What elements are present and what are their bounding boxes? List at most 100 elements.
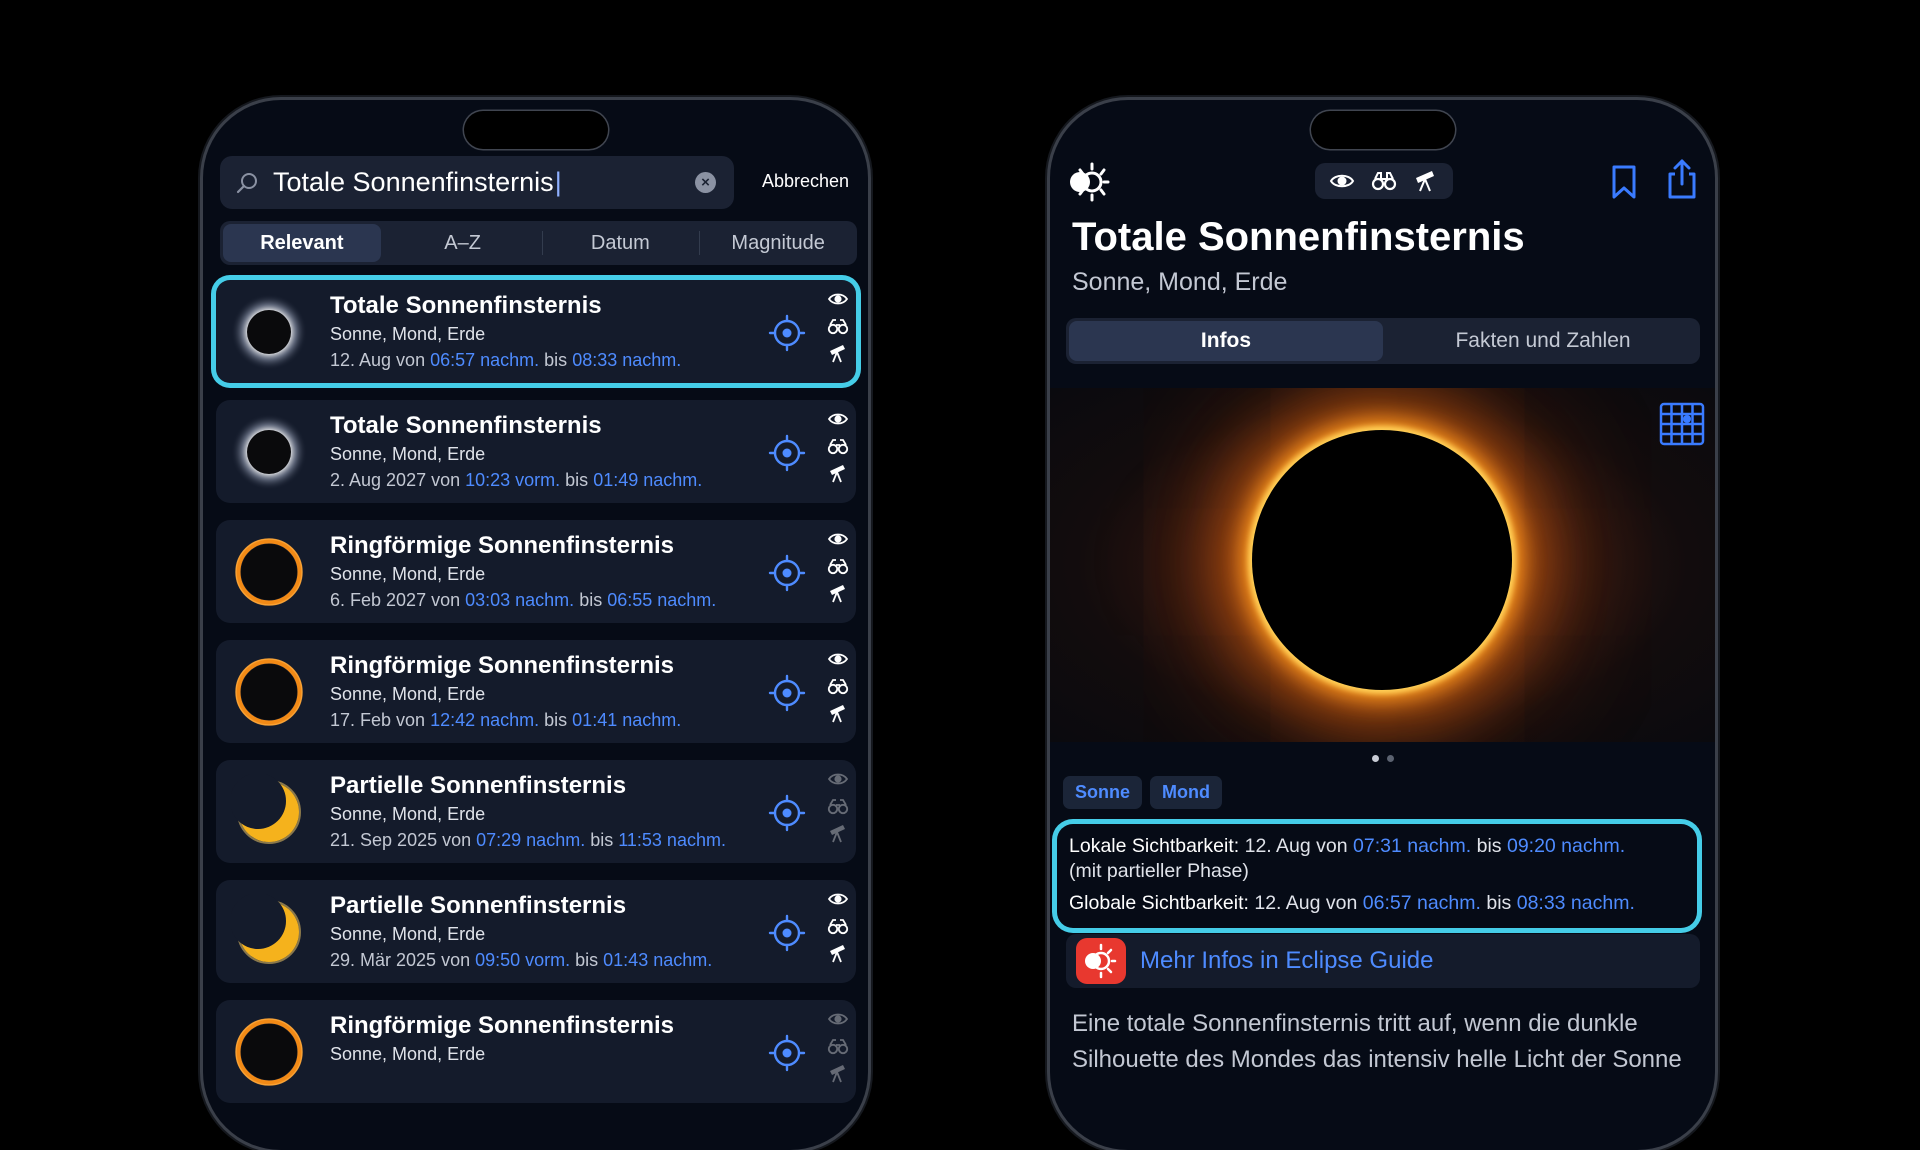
result-row[interactable]: Partielle Sonnenfinsternis Sonne, Mond, E…	[216, 760, 856, 863]
eclipse-guide-app-icon	[1076, 938, 1126, 984]
result-title: Totale Sonnenfinsternis	[330, 412, 602, 439]
result-start-time: 03:03 nachm.	[465, 590, 575, 610]
telescope-icon	[830, 705, 845, 723]
telescope-icon	[830, 465, 845, 483]
result-end-time: 01:43 nachm.	[603, 950, 713, 970]
tab-fakten-und-zahlen[interactable]: Fakten und Zahlen	[1386, 318, 1700, 364]
result-row[interactable]: Partielle Sonnenfinsternis Sonne, Mond, E…	[216, 880, 856, 983]
result-dates: 21. Sep 2025 von 07:29 nachm. bis 11:53 …	[330, 830, 726, 850]
binoculars-icon	[827, 559, 849, 575]
result-end-time: 06:55 nachm.	[607, 590, 717, 610]
result-row[interactable]: Totale Sonnenfinsternis Sonne, Mond, Erde…	[216, 280, 856, 383]
binoculars-icon	[827, 679, 849, 695]
chip-sonne[interactable]: Sonne	[1063, 776, 1143, 809]
result-end-time: 01:41 nachm.	[572, 710, 682, 730]
locate-target-icon[interactable]	[768, 1034, 806, 1072]
global-end-time: 08:33 nachm.	[1516, 892, 1635, 914]
result-text: Ringförmige Sonnenfinsternis Sonne, Mond,…	[330, 532, 716, 611]
visibility-icons	[826, 768, 850, 844]
visibility-icons	[826, 528, 850, 604]
global-start-time: 06:57 nachm.	[1362, 892, 1481, 914]
locate-target-icon[interactable]	[768, 314, 806, 352]
eclipse-sun-icon[interactable]	[1066, 160, 1110, 204]
cancel-button[interactable]: Abbrechen	[762, 171, 849, 192]
grid-view-icon[interactable]	[1659, 402, 1705, 446]
visibility-info: Lokale Sichtbarkeit: 12. Aug von 07:31 n…	[1057, 824, 1697, 928]
detail-phone: Totale Sonnenfinsternis Sonne, Mond, Erd…	[1050, 100, 1715, 1150]
segment-magnitude[interactable]: Magnitude	[699, 221, 857, 265]
eclipse-image[interactable]	[1050, 388, 1715, 742]
page-subtitle: Sonne, Mond, Erde	[1072, 268, 1288, 296]
visibility-filter[interactable]	[1315, 163, 1453, 199]
local-start-time: 07:31 nachm.	[1353, 835, 1472, 857]
result-start-time: 10:23 vorm.	[465, 470, 561, 490]
binoculars-icon[interactable]	[1371, 168, 1397, 194]
global-visibility: Globale Sichtbarkeit: 12. Aug von 06:57 …	[1069, 892, 1635, 914]
locate-target-icon[interactable]	[768, 794, 806, 832]
body-chips: Sonne Mond	[1063, 776, 1222, 809]
result-row[interactable]: Ringförmige Sonnenfinsternis Sonne, Mond,…	[216, 640, 856, 743]
result-title: Partielle Sonnenfinsternis	[330, 772, 627, 799]
telescope-icon	[830, 945, 845, 963]
result-dates: 2. Aug 2027 von 10:23 vorm. bis 01:49 na…	[330, 470, 703, 490]
eclipse-corona	[1252, 430, 1512, 690]
local-visibility: Lokale Sichtbarkeit: 12. Aug von 07:31 n…	[1069, 835, 1626, 857]
locate-target-icon[interactable]	[768, 674, 806, 712]
result-start-time: 12:42 nachm.	[430, 710, 540, 730]
tab-infos[interactable]: Infos	[1069, 321, 1383, 361]
share-icon[interactable]	[1665, 158, 1699, 200]
eclipse-guide-link[interactable]: Mehr Infos in Eclipse Guide	[1140, 947, 1433, 975]
result-row[interactable]: Ringförmige Sonnenfinsternis Sonne, Mond,…	[216, 1000, 856, 1103]
eye-icon	[827, 533, 849, 545]
clear-search-icon[interactable]: ×	[695, 172, 716, 193]
search-bar[interactable]: Totale Sonnenfinsternis ×	[220, 156, 734, 209]
result-bodies: Sonne, Mond, Erde	[330, 564, 486, 584]
eye-icon[interactable]	[1329, 168, 1355, 194]
result-text: Partielle Sonnenfinsternis Sonne, Mond, E…	[330, 892, 712, 971]
visibility-icons	[826, 1008, 850, 1084]
result-dates: 29. Mär 2025 von 09:50 vorm. bis 01:43 n…	[330, 950, 713, 970]
page-indicator[interactable]	[1050, 755, 1715, 762]
locate-target-icon[interactable]	[768, 434, 806, 472]
result-text: Partielle Sonnenfinsternis Sonne, Mond, E…	[330, 772, 726, 851]
search-phone: Totale Sonnenfinsternis × Abbrechen Rele…	[203, 100, 868, 1150]
eye-icon	[827, 893, 849, 905]
visibility-icons	[826, 288, 850, 364]
result-row[interactable]: Totale Sonnenfinsternis Sonne, Mond, Erde…	[216, 400, 856, 503]
result-text: Totale Sonnenfinsternis Sonne, Mond, Erde…	[330, 412, 702, 491]
result-list: Totale Sonnenfinsternis Sonne, Mond, Erde…	[216, 280, 856, 1120]
local-end-time: 09:20 nachm.	[1506, 835, 1626, 857]
result-bodies: Sonne, Mond, Erde	[330, 444, 486, 464]
search-input[interactable]: Totale Sonnenfinsternis	[273, 167, 695, 198]
segment-relevant[interactable]: Relevant	[223, 224, 381, 262]
total-eclipse-thumbnail	[231, 294, 307, 370]
segment-datum[interactable]: Datum	[541, 221, 700, 265]
visibility-icons	[826, 888, 850, 964]
result-text: Ringförmige Sonnenfinsternis Sonne, Mond,…	[330, 652, 681, 731]
visibility-icons	[826, 648, 850, 724]
segment-a-z[interactable]: A–Z	[384, 221, 542, 265]
result-bodies: Sonne, Mond, Erde	[330, 924, 486, 944]
chip-mond[interactable]: Mond	[1150, 776, 1222, 809]
locate-target-icon[interactable]	[768, 554, 806, 592]
result-title: Partielle Sonnenfinsternis	[330, 892, 627, 919]
sort-segmented-control: Relevant A–Z Datum Magnitude	[220, 221, 857, 265]
page-dot-active	[1371, 755, 1379, 762]
eye-icon	[827, 773, 849, 785]
annular-eclipse-thumbnail	[235, 538, 303, 606]
result-row[interactable]: Ringförmige Sonnenfinsternis Sonne, Mond,…	[216, 520, 856, 623]
result-bodies: Sonne, Mond, Erde	[330, 324, 486, 344]
dynamic-island	[463, 111, 608, 149]
telescope-icon	[830, 825, 845, 843]
eclipse-guide-link-row[interactable]: Mehr Infos in Eclipse Guide	[1066, 934, 1700, 988]
result-title: Ringförmige Sonnenfinsternis	[330, 652, 675, 679]
result-start-time: 06:57 nachm.	[430, 350, 540, 370]
result-dates: 12. Aug von 06:57 nachm. bis 08:33 nachm…	[330, 350, 682, 370]
telescope-icon[interactable]	[1413, 168, 1439, 194]
result-start-time: 09:50 vorm.	[475, 950, 571, 970]
bookmark-icon[interactable]	[1608, 164, 1640, 200]
result-title: Ringförmige Sonnenfinsternis	[330, 1012, 675, 1039]
annular-eclipse-thumbnail	[235, 1018, 303, 1086]
binoculars-icon	[827, 799, 849, 815]
locate-target-icon[interactable]	[768, 914, 806, 952]
